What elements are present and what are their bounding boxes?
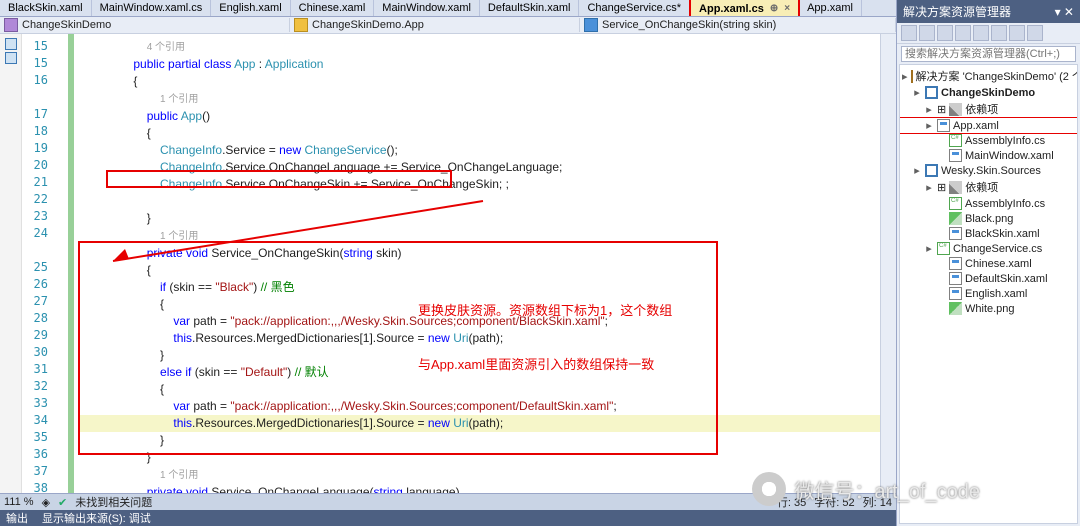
indicator-margin bbox=[0, 34, 22, 493]
document-tabstrip: BlackSkin.xamlMainWindow.xaml.csEnglish.… bbox=[0, 0, 896, 17]
tree-item[interactable]: DefaultSkin.xaml bbox=[900, 271, 1077, 286]
watermark: 微信号：art_of_code bbox=[752, 472, 980, 506]
tree-item[interactable]: ▸ChangeService.cs bbox=[900, 241, 1077, 256]
output-panel-header[interactable]: 输出 显示输出来源(S): 调试 bbox=[0, 510, 896, 526]
vertical-scrollbar[interactable] bbox=[880, 34, 896, 493]
tree-item-icon bbox=[949, 287, 962, 300]
navigation-bar: ChangeSkinDemo ChangeSkinDemo.App Servic… bbox=[0, 17, 896, 34]
annotation-text: 更换皮肤资源。资源数组下标为1，这个数组 与App.xaml里面资源引入的数组保… bbox=[418, 266, 672, 410]
tree-item[interactable]: ▸App.xaml bbox=[900, 118, 1077, 133]
tree-item-icon bbox=[937, 242, 950, 255]
line-number-gutter: 15 15 16 17 18 19 20 21 22 23 24 25 26 2… bbox=[22, 34, 54, 493]
document-tab[interactable]: App.xaml bbox=[799, 0, 862, 17]
annotation-arrow bbox=[80, 184, 81, 185]
tree-item-icon bbox=[949, 149, 962, 162]
document-tab[interactable]: BlackSkin.xaml bbox=[0, 0, 92, 17]
project-icon bbox=[4, 18, 18, 32]
tree-item-icon bbox=[949, 103, 962, 116]
tree-item-icon bbox=[949, 227, 962, 240]
tree-item[interactable]: AssemblyInfo.cs bbox=[900, 133, 1077, 148]
tree-item-icon bbox=[949, 302, 962, 315]
tree-item-icon bbox=[937, 119, 950, 132]
tree-item-icon bbox=[949, 181, 962, 194]
tree-item[interactable]: English.xaml bbox=[900, 286, 1077, 301]
tree-item[interactable]: ▸⊞依赖项 bbox=[900, 178, 1077, 196]
bookmark-icon[interactable] bbox=[5, 38, 17, 50]
document-tab[interactable]: MainWindow.xaml bbox=[374, 0, 480, 17]
document-tab[interactable]: English.xaml bbox=[211, 0, 290, 17]
solution-icon bbox=[911, 70, 913, 83]
tree-item-icon bbox=[949, 257, 962, 270]
zoom-level[interactable]: 111 % bbox=[4, 496, 34, 508]
tree-item-icon bbox=[925, 164, 938, 177]
nav-class[interactable]: ChangeSkinDemo.App bbox=[312, 19, 424, 31]
solution-search-input[interactable] bbox=[901, 46, 1076, 62]
document-tab[interactable]: ChangeService.cs* bbox=[579, 0, 690, 17]
tree-item[interactable]: Chinese.xaml bbox=[900, 256, 1077, 271]
code-editor[interactable]: 4 个引用 public partial class App : Applica… bbox=[76, 34, 880, 493]
solution-root[interactable]: 解决方案 'ChangeSkinDemo' (2 个项目, 共 bbox=[916, 68, 1078, 84]
tree-item-icon bbox=[925, 86, 938, 99]
tree-item[interactable]: ▸⊞依赖项 bbox=[900, 100, 1077, 118]
document-tab[interactable]: App.xaml.cs⊕× bbox=[690, 0, 799, 17]
tree-item-icon bbox=[949, 134, 962, 147]
tree-item[interactable]: BlackSkin.xaml bbox=[900, 226, 1077, 241]
tree-item[interactable]: White.png bbox=[900, 301, 1077, 316]
tree-item[interactable]: MainWindow.xaml bbox=[900, 148, 1077, 163]
bookmark-icon[interactable] bbox=[5, 52, 17, 64]
tree-item-icon bbox=[949, 212, 962, 225]
tree-item-icon bbox=[949, 272, 962, 285]
change-indicator bbox=[68, 34, 74, 493]
wechat-icon bbox=[752, 472, 786, 506]
tree-item[interactable]: AssemblyInfo.cs bbox=[900, 196, 1077, 211]
tree-item-icon bbox=[949, 197, 962, 210]
nav-member[interactable]: Service_OnChangeSkin(string skin) bbox=[602, 19, 776, 31]
error-summary[interactable]: 未找到相关问题 bbox=[75, 494, 152, 510]
tree-item[interactable]: Black.png bbox=[900, 211, 1077, 226]
tree-item[interactable]: ▸Wesky.Skin.Sources bbox=[900, 163, 1077, 178]
document-tab[interactable]: DefaultSkin.xaml bbox=[480, 0, 580, 17]
outlining-gutter[interactable] bbox=[54, 34, 68, 493]
solution-explorer-title[interactable]: 解决方案资源管理器▾ ✕ bbox=[897, 0, 1080, 23]
method-icon bbox=[584, 18, 598, 32]
class-icon bbox=[294, 18, 308, 32]
solution-explorer-toolbar[interactable] bbox=[897, 23, 1080, 44]
solution-tree[interactable]: ▸解决方案 'ChangeSkinDemo' (2 个项目, 共 ▸Change… bbox=[899, 64, 1078, 524]
document-tab[interactable]: MainWindow.xaml.cs bbox=[92, 0, 212, 17]
tree-item[interactable]: ▸ChangeSkinDemo bbox=[900, 85, 1077, 100]
document-tab[interactable]: Chinese.xaml bbox=[291, 0, 375, 17]
nav-project[interactable]: ChangeSkinDemo bbox=[22, 19, 111, 31]
